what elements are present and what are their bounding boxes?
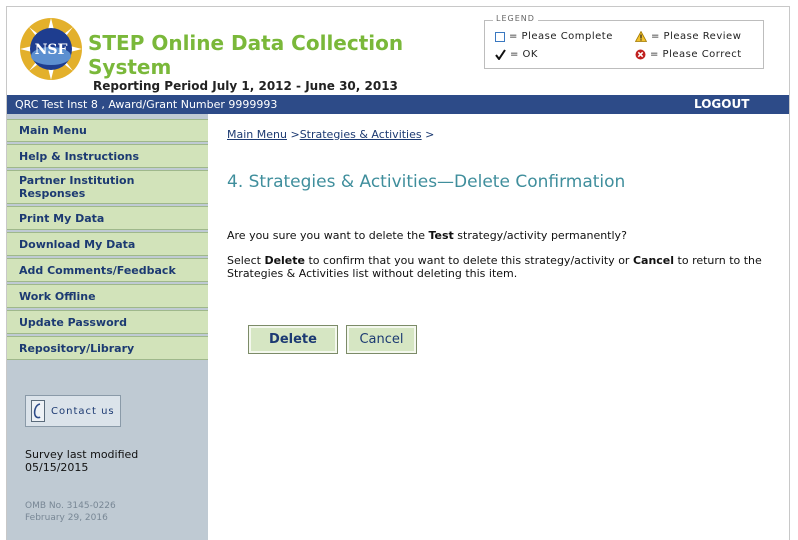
red-x-circle-icon: [635, 49, 646, 60]
sidebar-item-help[interactable]: Help & Instructions: [7, 144, 208, 168]
omb-info: OMB No. 3145-0226 February 29, 2016: [25, 500, 116, 524]
modified-date: 05/15/2015: [25, 461, 89, 474]
legend-item-complete: = Please Complete: [495, 31, 613, 42]
breadcrumb: Main Menu >Strategies & Activities >: [227, 128, 434, 141]
legend-item-ok: = OK: [495, 49, 538, 60]
page-title: 4. Strategies & Activities—Delete Confir…: [227, 172, 626, 192]
cancel-button[interactable]: Cancel: [346, 325, 417, 354]
delete-button[interactable]: Delete: [248, 325, 338, 354]
svg-text:NSF: NSF: [35, 42, 68, 58]
sidebar-nav: Main Menu Help & Instructions Partner In…: [7, 119, 208, 362]
confirm-question: Are you sure you want to delete the Test…: [227, 229, 627, 242]
breadcrumb-strategies[interactable]: Strategies & Activities: [300, 128, 422, 141]
app-title: STEP Online Data Collection System: [88, 31, 404, 79]
legend-title: LEGEND: [493, 14, 538, 23]
empty-square-icon: [495, 31, 505, 42]
breadcrumb-separator: >: [421, 128, 435, 141]
sidebar-item-update-password[interactable]: Update Password: [7, 310, 208, 334]
logout-link[interactable]: LOGOUT: [694, 97, 749, 111]
nsf-logo: NSF: [20, 18, 82, 80]
legend-box: LEGEND = Please Complete = Please Review…: [484, 14, 764, 69]
award-context: QRC Test Inst 8 , Award/Grant Number 999…: [15, 98, 278, 111]
warning-triangle-icon: [635, 31, 647, 42]
contact-us-label: Contact us: [51, 405, 115, 417]
sidebar-item-partner-responses[interactable]: Partner Institution Responses: [7, 170, 208, 204]
context-bar: QRC Test Inst 8 , Award/Grant Number 999…: [7, 95, 789, 114]
item-name: Test: [428, 229, 454, 242]
modified-label: Survey last modified: [25, 448, 139, 461]
legend-item-review: = Please Review: [635, 31, 741, 42]
omb-date: February 29, 2016: [25, 513, 108, 523]
confirm-instructions: Select Delete to confirm that you want t…: [227, 254, 762, 280]
phone-icon: [31, 400, 45, 422]
sidebar-item-download[interactable]: Download My Data: [7, 232, 208, 256]
sidebar-item-work-offline[interactable]: Work Offline: [7, 284, 208, 308]
sidebar-item-repository[interactable]: Repository/Library: [7, 336, 208, 360]
sidebar: Main Menu Help & Instructions Partner In…: [7, 114, 208, 540]
sidebar-item-comments[interactable]: Add Comments/Feedback: [7, 258, 208, 282]
sidebar-item-print[interactable]: Print My Data: [7, 206, 208, 230]
legend-item-correct: = Please Correct: [635, 49, 742, 60]
breadcrumb-main-menu[interactable]: Main Menu: [227, 128, 287, 141]
survey-modified: Survey last modified 05/15/2015: [25, 448, 138, 474]
sidebar-item-main-menu[interactable]: Main Menu: [7, 119, 208, 142]
contact-us-button[interactable]: Contact us: [25, 395, 121, 427]
checkmark-icon: [495, 49, 506, 60]
omb-number: OMB No. 3145-0226: [25, 501, 116, 511]
reporting-period: Reporting Period July 1, 2012 - June 30,…: [93, 79, 398, 93]
breadcrumb-separator: >: [286, 128, 300, 141]
